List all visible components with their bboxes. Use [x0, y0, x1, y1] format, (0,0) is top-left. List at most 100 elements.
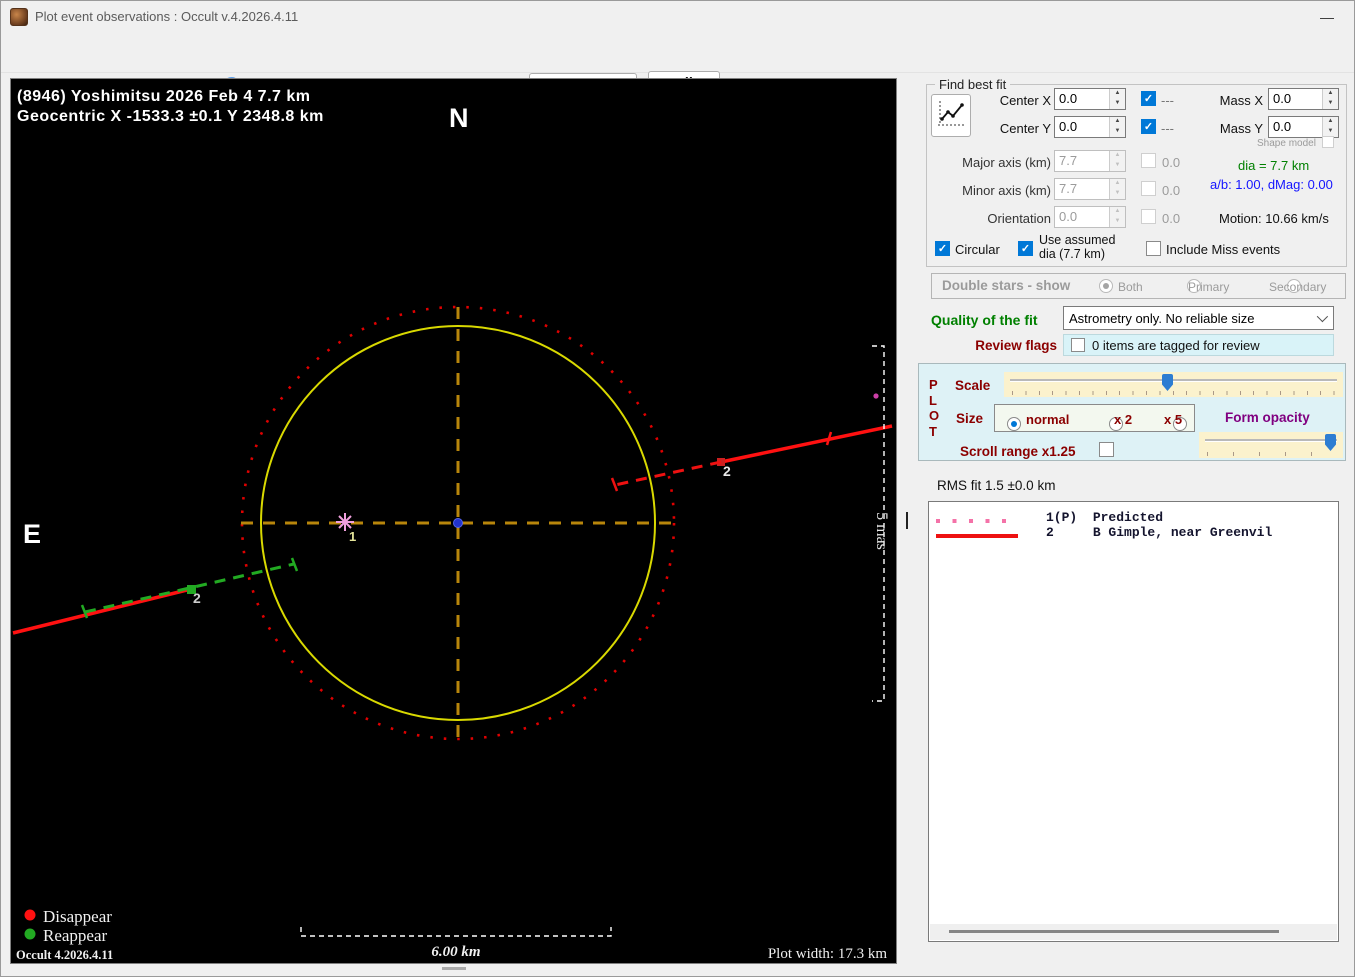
size-normal-label: normal — [1026, 412, 1070, 427]
mass-x-down-icon[interactable]: ▼ — [1323, 99, 1338, 109]
double-secondary-label: Secondary — [1269, 280, 1327, 294]
observation-name: B Gimple, near Greenvil — [1092, 525, 1273, 540]
orientation-checkbox — [1141, 209, 1156, 224]
find-best-fit-label: Find best fit — [935, 77, 1011, 92]
mass-x-up-icon[interactable]: ▲ — [1323, 89, 1338, 99]
chord2-dashed-right — [614, 460, 722, 487]
minor-axis-checkbox — [1141, 181, 1156, 196]
circular-label: Circular — [955, 242, 1000, 257]
window-title: Plot event observations : Occult v.4.202… — [35, 9, 299, 24]
use-assumed-dia-label: Use assumed dia (7.7 km) — [1039, 233, 1116, 261]
compass-east-label: E — [23, 519, 41, 549]
observations-listbox[interactable]: 1(P) Predicted 2 B Gimple, near Greenvil — [928, 501, 1339, 942]
plot-title-line1: (8946) Yoshimitsu 2026 Feb 4 7.7 km — [17, 88, 310, 105]
double-stars-label: Double stars - show — [942, 278, 1071, 293]
review-flags-panel: 0 items are tagged for review — [1063, 334, 1334, 356]
reappear-legend-label: Reappear — [43, 926, 108, 945]
plot-panel-letters: PLOT — [929, 377, 940, 439]
review-flags-label: Review flags — [975, 338, 1057, 353]
minor-axis-spinner: 7.7 ▲ ▼ — [1054, 178, 1126, 200]
mass-y-spinner[interactable]: 0.0 ▲ ▼ — [1268, 116, 1339, 138]
center-y-down-icon[interactable]: ▼ — [1110, 127, 1125, 137]
plot-width-label: Plot width: 17.3 km — [768, 946, 888, 962]
size-radio-group: normal x 2 x 5 — [994, 404, 1195, 432]
center-y-up-icon[interactable]: ▲ — [1110, 117, 1125, 127]
listbox-hscrollbar-thumb[interactable] — [949, 930, 1279, 933]
mass-y-label: Mass Y — [1219, 121, 1263, 136]
observation-row-predicted[interactable]: 1(P) Predicted — [929, 508, 1338, 525]
center-y-checkbox[interactable]: ✓ — [1141, 119, 1156, 134]
form-opacity-slider[interactable] — [1199, 432, 1343, 458]
scale-slider-thumb[interactable] — [1162, 374, 1173, 391]
observation-row-gimple[interactable]: 2 B Gimple, near Greenvil — [929, 523, 1338, 540]
form-opacity-label: Form opacity — [1225, 410, 1310, 425]
horizontal-scale-label: 6.00 km — [431, 944, 480, 960]
main-window: Plot event observations : Occult v.4.202… — [0, 0, 1355, 977]
mass-y-up-icon[interactable]: ▲ — [1323, 117, 1338, 127]
compass-north-label: N — [449, 103, 469, 133]
double-both-label: Both — [1118, 280, 1143, 294]
observation-num: 2 — [1046, 525, 1054, 540]
orientation-label: Orientation — [987, 211, 1051, 226]
chart-icon — [938, 101, 964, 126]
chord2-dashed-end-tick — [610, 477, 619, 492]
plot-area[interactable]: 2 2 1 5 mas 6.00 km (8946) Yoshimitsu 20… — [10, 78, 897, 964]
double-primary-label: Primary — [1188, 280, 1230, 294]
scroll-range-label: Scroll range x1.25 — [960, 444, 1076, 459]
scale-label: Scale — [955, 378, 991, 393]
size-normal-radio[interactable] — [1007, 417, 1021, 431]
major-axis-checkbox — [1141, 153, 1156, 168]
chord2-observed-left — [12, 587, 192, 635]
mass-x-spinner[interactable]: 0.0 ▲ ▼ — [1268, 88, 1339, 110]
observed-line-sample — [936, 534, 1018, 538]
reappear-legend-dot — [24, 928, 36, 940]
quality-fit-label: Quality of the fit — [931, 312, 1038, 328]
chevron-down-icon — [1316, 310, 1329, 323]
occultation-plot[interactable]: 2 2 1 5 mas 6.00 km (8946) Yoshimitsu 20… — [11, 79, 896, 963]
center-x-up-icon[interactable]: ▲ — [1110, 89, 1125, 99]
motion-label: Motion: 10.66 km/s — [1219, 211, 1329, 226]
circular-checkbox[interactable]: ✓ — [935, 241, 950, 256]
double-both-radio[interactable] — [1099, 279, 1113, 293]
center-y-label: Center Y — [999, 121, 1051, 136]
chord2-right-label: 2 — [723, 463, 731, 479]
scale-slider[interactable] — [1004, 372, 1343, 397]
plot-controls-panel: PLOT Scale Size normal x 2 x 5 Form opac… — [918, 363, 1346, 461]
km-scale-bracket — [300, 927, 612, 937]
quality-fit-combobox[interactable]: Astrometry only. No reliable size — [1063, 306, 1334, 330]
find-best-fit-group: Find best fit — [926, 77, 1347, 267]
shape-model-checkbox[interactable] — [1322, 136, 1334, 148]
panel-separator-mark — [906, 512, 908, 529]
form-opacity-slider-thumb[interactable] — [1325, 434, 1336, 451]
center-dot — [453, 518, 463, 528]
center-x-label: Center X — [999, 93, 1051, 108]
scroll-range-checkbox[interactable] — [1099, 442, 1114, 457]
center-x-spinner[interactable]: 0.0 ▲ ▼ — [1054, 88, 1126, 110]
center-x-dashes: --- — [1161, 93, 1174, 108]
plot-title-line2: Geocentric X -1533.3 ±0.1 Y 2348.8 km — [17, 108, 324, 125]
use-assumed-dia-checkbox[interactable]: ✓ — [1018, 241, 1033, 256]
double-stars-group: Double stars - show Both Primary Seconda… — [931, 273, 1346, 299]
size-label: Size — [956, 411, 984, 426]
ab-dmag-label: a/b: 1.00, dMag: 0.00 — [1210, 177, 1333, 192]
review-flags-status: 0 items are tagged for review — [1092, 337, 1260, 353]
center-y-spinner[interactable]: 0.0 ▲ ▼ — [1054, 116, 1126, 138]
app-icon — [10, 8, 28, 26]
chord2-left-label: 2 — [193, 590, 201, 606]
review-flags-checkbox[interactable] — [1071, 338, 1085, 352]
minimize-button[interactable]: — — [1312, 5, 1342, 29]
center-x-down-icon[interactable]: ▼ — [1110, 99, 1125, 109]
minor-axis-label: Minor axis (km) — [962, 183, 1051, 198]
shape-model-label: Shape model — [1257, 138, 1316, 149]
titlebar: Plot event observations : Occult v.4.202… — [1, 1, 1354, 33]
plot-version-label: Occult 4.2026.4.11 — [16, 948, 113, 962]
include-miss-checkbox[interactable] — [1146, 241, 1161, 256]
major-axis-zero: 0.0 — [1162, 155, 1181, 170]
center-x-checkbox[interactable]: ✓ — [1141, 91, 1156, 106]
resize-grip[interactable] — [442, 967, 466, 970]
major-axis-label: Major axis (km) — [962, 155, 1051, 170]
minor-axis-zero: 0.0 — [1162, 183, 1181, 198]
size-x5-label: x 5 — [1164, 412, 1183, 427]
dia-value-label: dia = 7.7 km — [1238, 158, 1310, 173]
predicted-point — [873, 393, 879, 399]
